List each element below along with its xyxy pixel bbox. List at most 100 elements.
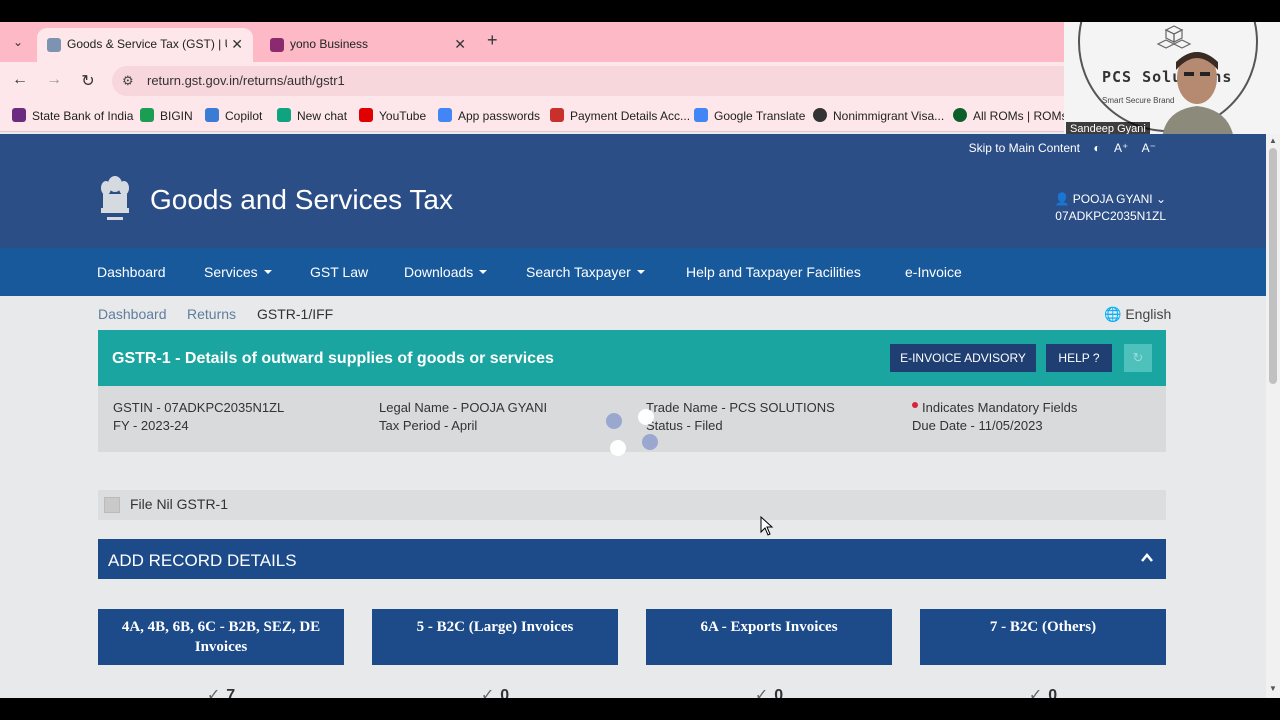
nav-gst-law[interactable]: GST Law	[310, 264, 368, 280]
tile-title: 7 - B2C (Others)	[920, 609, 1166, 665]
chevron-up-icon[interactable]	[1140, 551, 1154, 565]
reload-icon[interactable]: ↻	[78, 71, 98, 91]
tile-count-value: 7	[226, 687, 236, 698]
chatgpt-icon	[277, 108, 291, 122]
mandatory-label: Indicates Mandatory Fields	[922, 400, 1078, 415]
new-tab-icon[interactable]: +	[487, 30, 498, 51]
skip-link[interactable]: Skip to Main Content	[969, 141, 1080, 155]
bigin-icon	[140, 108, 154, 122]
bookmark-translate[interactable]: Google Translate	[694, 108, 805, 123]
nav-search-taxpayer[interactable]: Search Taxpayer	[526, 264, 645, 280]
bookmark-label: State Bank of India	[32, 109, 134, 123]
check-icon: ✓	[480, 687, 495, 698]
tile-count-value: 0	[1048, 687, 1058, 698]
nav-services[interactable]: Services	[204, 264, 272, 280]
close-tab-icon[interactable]: ✕	[454, 36, 466, 53]
breadcrumb-dashboard[interactable]: Dashboard	[98, 306, 167, 322]
bookmark-app-passwords[interactable]: App passwords	[438, 108, 540, 123]
nil-return-checkbox[interactable]	[104, 497, 120, 513]
tile-b2c-others[interactable]: 7 - B2C (Others) ✓ 0	[920, 609, 1166, 698]
bookmark-bigin[interactable]: BIGIN	[140, 108, 193, 123]
gst-page: Skip to Main Content ◐ A⁺ A⁻ Goods and S…	[0, 134, 1266, 698]
bookmark-sbi[interactable]: State Bank of India	[12, 108, 133, 123]
gst-favicon-icon	[47, 38, 61, 52]
close-tab-icon[interactable]: ✕	[231, 36, 243, 53]
contrast-icon[interactable]: ◐	[1093, 141, 1100, 155]
caret-down-icon	[479, 270, 488, 274]
site-title: Goods and Services Tax	[150, 184, 453, 215]
font-increase[interactable]: A⁺	[1114, 141, 1128, 155]
help-label: HELP	[1058, 351, 1090, 365]
site-header: Skip to Main Content ◐ A⁺ A⁻ Goods and S…	[0, 134, 1266, 248]
caret-down-icon	[636, 270, 645, 274]
bookmark-label: App passwords	[458, 109, 541, 123]
check-icon: ✓	[206, 687, 221, 698]
tile-count: ✓ 0	[920, 685, 1166, 698]
tile-b2b[interactable]: 4A, 4B, 6B, 6C - B2B, SEZ, DE Invoices ✓…	[98, 609, 344, 698]
bookmark-label: Copilot	[225, 109, 263, 123]
check-icon: ✓	[754, 687, 769, 698]
tile-count-value: 0	[774, 687, 784, 698]
language-selector[interactable]: 🌐 English	[1104, 306, 1171, 323]
nav-label: Dashboard	[97, 264, 166, 280]
site-info-icon[interactable]: ⚙	[122, 73, 134, 89]
nav-dashboard[interactable]: Dashboard	[97, 264, 166, 280]
nav-einvoice[interactable]: e-Invoice	[905, 264, 962, 280]
nav-help[interactable]: Help and Taxpayer Facilities	[686, 264, 861, 280]
refresh-icon[interactable]: ↻	[1124, 344, 1152, 372]
loading-spinner-dot	[606, 413, 622, 429]
breadcrumb-returns[interactable]: Returns	[187, 306, 236, 322]
help-button[interactable]: HELP ?	[1046, 344, 1112, 372]
info-due-date: Due Date - 11/05/2023	[912, 418, 1043, 433]
nav-label: Downloads	[404, 264, 474, 280]
payment-icon	[550, 108, 564, 122]
info-tax-period: Tax Period - April	[379, 418, 478, 433]
add-record-header[interactable]: ADD RECORD DETAILS	[98, 539, 1166, 579]
bookmark-visa[interactable]: Nonimmigrant Visa...	[813, 108, 944, 123]
bookmark-youtube[interactable]: YouTube	[359, 108, 426, 123]
nav-label: Help and Taxpayer Facilities	[686, 264, 861, 280]
scrollbar-thumb[interactable]	[1269, 148, 1277, 384]
bookmark-new-chat[interactable]: New chat	[277, 108, 347, 123]
loading-spinner-dot	[642, 434, 658, 450]
required-dot-icon	[912, 402, 918, 408]
bookmark-label: Payment Details Acc...	[570, 109, 691, 123]
bookmark-label: YouTube	[379, 109, 427, 123]
youtube-icon	[359, 108, 373, 122]
language-label: English	[1125, 306, 1172, 322]
nav-label: e-Invoice	[905, 264, 962, 280]
scroll-down-icon[interactable]: ▼	[1269, 684, 1277, 693]
tab-gst[interactable]: Goods & Service Tax (GST) | User ✕	[37, 28, 253, 62]
tile-title: 5 - B2C (Large) Invoices	[372, 609, 618, 665]
tab-search-icon[interactable]: ⌄	[6, 31, 30, 53]
nav-downloads[interactable]: Downloads	[404, 264, 488, 280]
url-text[interactable]: return.gst.gov.in/returns/auth/gstr1	[147, 73, 345, 88]
address-bar[interactable]: ⚙ return.gst.gov.in/returns/auth/gstr1	[112, 66, 1112, 96]
tab-yono[interactable]: yono Business ✕	[260, 28, 476, 62]
nav-label: Search Taxpayer	[526, 264, 631, 280]
info-fy: FY - 2023-24	[113, 418, 189, 433]
tile-title: 6A - Exports Invoices	[646, 609, 892, 665]
bookmark-payment[interactable]: Payment Details Acc...	[550, 108, 690, 123]
bookmark-roms[interactable]: All ROMs | ROMs C	[953, 108, 1079, 123]
tile-body: ✓ 0	[372, 665, 618, 698]
tile-count: ✓ 0	[646, 685, 892, 698]
nav-label: Services	[204, 264, 258, 280]
user-menu[interactable]: 👤 POOJA GYANI ⌄	[1055, 192, 1167, 206]
globe-icon: 🌐	[1104, 306, 1126, 322]
scroll-up-icon[interactable]: ▲	[1269, 136, 1277, 145]
tile-body: ✓ 0	[646, 665, 892, 698]
back-icon[interactable]: ←	[10, 71, 30, 89]
tile-b2c-large[interactable]: 5 - B2C (Large) Invoices ✓ 0	[372, 609, 618, 698]
tile-count: ✓ 7	[98, 685, 344, 698]
check-icon: ✓	[1028, 687, 1043, 698]
user-gstin: 07ADKPC2035N1ZL	[1055, 209, 1166, 223]
tile-exports[interactable]: 6A - Exports Invoices ✓ 0	[646, 609, 892, 698]
forward-icon[interactable]: →	[44, 71, 64, 89]
add-record-title: ADD RECORD DETAILS	[108, 551, 297, 570]
page-scrollbar[interactable]: ▲ ▼	[1266, 134, 1280, 698]
taxpayer-info: GSTIN - 07ADKPC2035N1ZL FY - 2023-24 Leg…	[98, 386, 1166, 452]
einvoice-advisory-button[interactable]: E-INVOICE ADVISORY	[890, 344, 1036, 372]
font-decrease[interactable]: A⁻	[1142, 141, 1156, 155]
bookmark-copilot[interactable]: Copilot	[205, 108, 262, 123]
